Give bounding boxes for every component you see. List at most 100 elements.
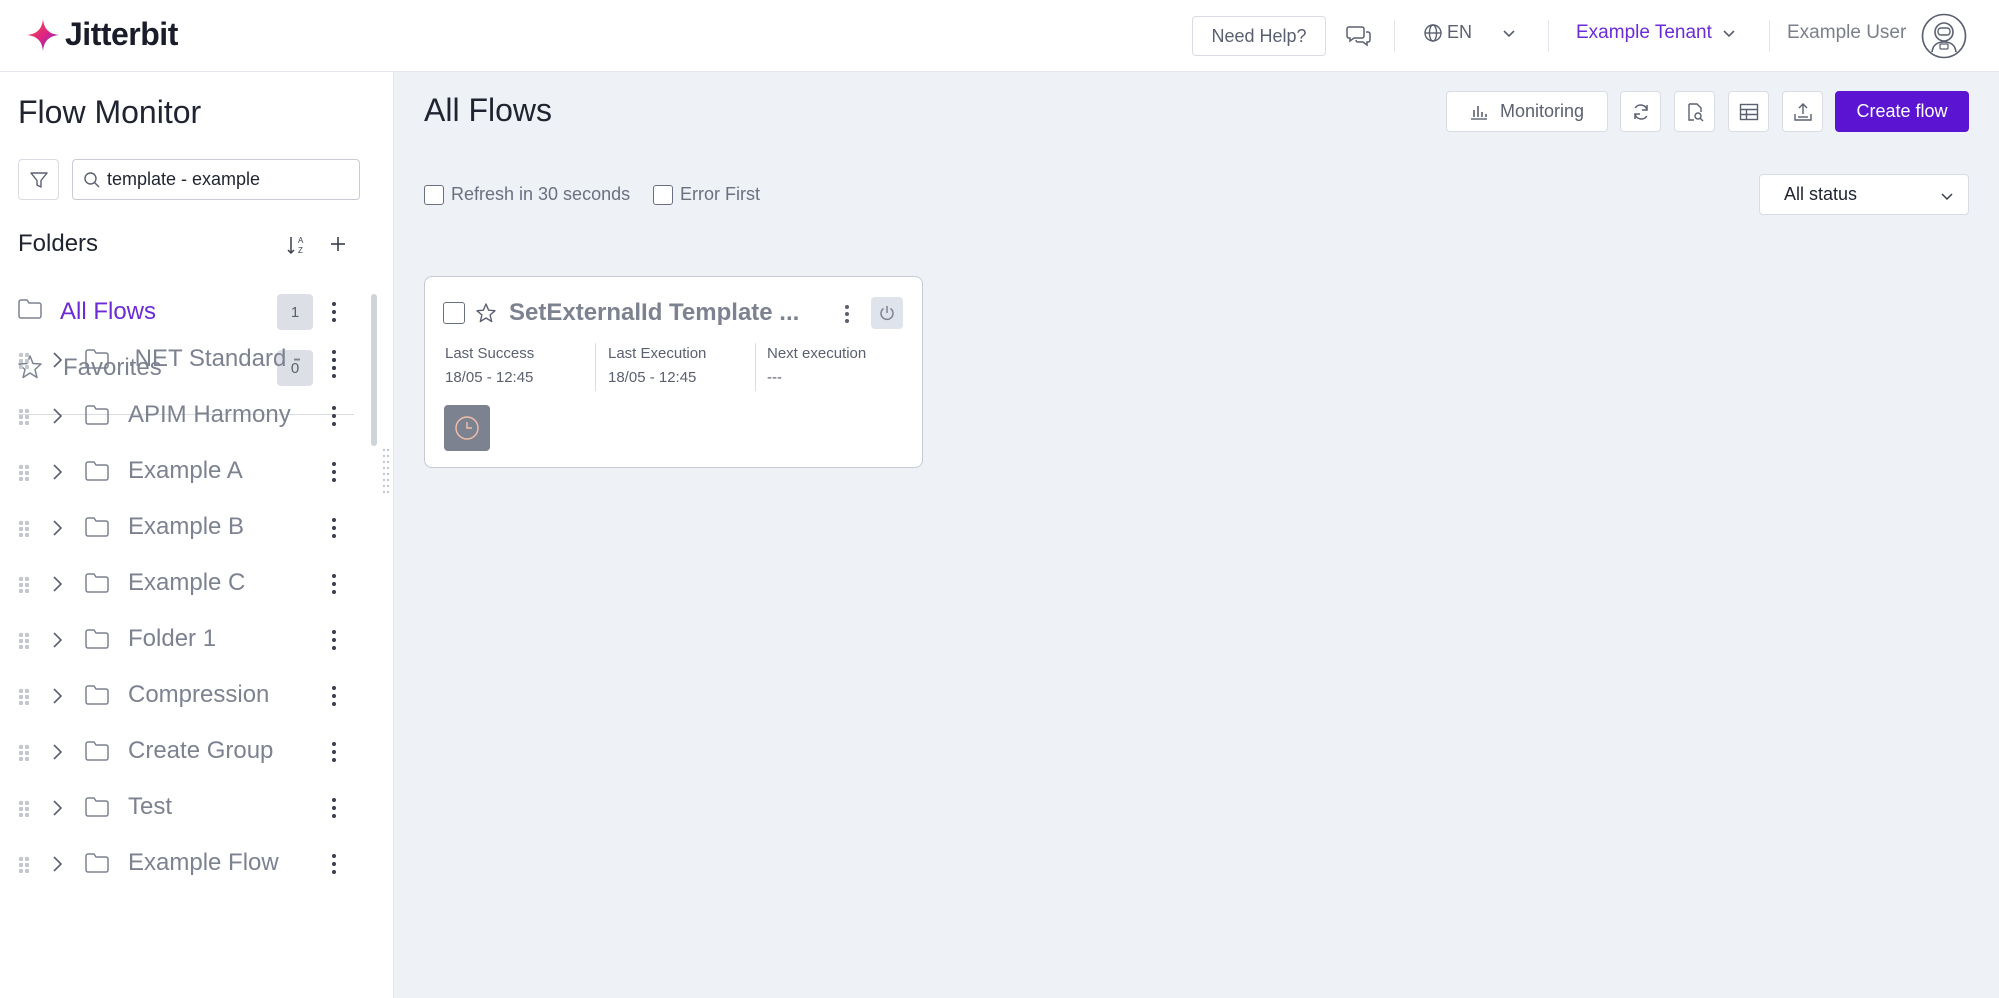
jitterbit-logo[interactable]: Jitterbit bbox=[25, 16, 178, 53]
folder-icon bbox=[85, 685, 109, 705]
resize-handle-icon[interactable] bbox=[382, 446, 390, 498]
folder-row[interactable]: Test bbox=[0, 786, 370, 830]
error-first-checkbox[interactable] bbox=[653, 184, 673, 205]
add-folder-icon[interactable] bbox=[328, 234, 348, 254]
folder-icon bbox=[85, 517, 109, 537]
status-select[interactable]: All status bbox=[1759, 174, 1969, 215]
flow-card[interactable]: SetExternalId Template ... Last Success … bbox=[424, 276, 923, 468]
folder-icon bbox=[85, 853, 109, 873]
more-options-icon[interactable] bbox=[328, 684, 340, 708]
stat-divider bbox=[595, 343, 596, 391]
folder-row[interactable]: Example C bbox=[0, 562, 370, 606]
svg-text:Z: Z bbox=[298, 246, 303, 255]
folder-row[interactable]: Example A bbox=[0, 450, 370, 494]
folder-row[interactable]: .NET Standard - bbox=[0, 338, 370, 382]
need-help-button[interactable]: Need Help? bbox=[1192, 16, 1326, 56]
folder-row[interactable]: Example Flow bbox=[0, 842, 370, 886]
monitoring-button[interactable]: Monitoring bbox=[1446, 91, 1608, 132]
flow-title[interactable]: SetExternalId Template ... bbox=[509, 299, 799, 327]
more-options-icon[interactable] bbox=[328, 516, 340, 540]
drag-handle-icon[interactable] bbox=[18, 464, 30, 482]
chevron-right-icon[interactable] bbox=[50, 630, 64, 650]
folder-icon bbox=[85, 573, 109, 593]
folder-row[interactable]: Example B bbox=[0, 506, 370, 550]
drag-handle-icon[interactable] bbox=[18, 632, 30, 650]
table-view-button[interactable] bbox=[1728, 91, 1769, 132]
drag-handle-icon[interactable] bbox=[18, 408, 30, 426]
more-options-icon[interactable] bbox=[328, 404, 340, 428]
refresh-toggle[interactable]: Refresh in 30 seconds bbox=[424, 184, 630, 205]
drag-handle-icon[interactable] bbox=[18, 576, 30, 594]
all-flows-label: All Flows bbox=[60, 298, 157, 325]
power-icon bbox=[880, 306, 894, 321]
drag-handle-icon[interactable] bbox=[18, 800, 30, 818]
import-button[interactable] bbox=[1782, 91, 1823, 132]
avatar-icon[interactable] bbox=[1921, 13, 1967, 59]
sort-az-icon[interactable]: A Z bbox=[286, 234, 308, 256]
chevron-right-icon[interactable] bbox=[50, 574, 64, 594]
user-name[interactable]: Example User bbox=[1787, 22, 1906, 44]
more-options-icon[interactable] bbox=[328, 460, 340, 484]
drag-handle-icon[interactable] bbox=[18, 352, 30, 370]
chevron-right-icon[interactable] bbox=[50, 854, 64, 874]
chevron-right-icon[interactable] bbox=[50, 686, 64, 706]
drag-handle-icon[interactable] bbox=[18, 688, 30, 706]
next-execution-label: Next execution bbox=[767, 345, 867, 362]
chevron-down-icon bbox=[1941, 193, 1953, 201]
search-input[interactable] bbox=[107, 169, 347, 190]
scrollbar-thumb[interactable] bbox=[371, 294, 377, 446]
next-execution: Next execution --- bbox=[767, 345, 866, 386]
more-options-icon[interactable] bbox=[328, 572, 340, 596]
create-flow-button[interactable]: Create flow bbox=[1835, 91, 1969, 132]
filter-button[interactable] bbox=[18, 159, 59, 200]
table-icon bbox=[1739, 103, 1758, 120]
search-field[interactable] bbox=[72, 159, 360, 200]
drag-handle-icon[interactable] bbox=[18, 856, 30, 874]
svg-text:A: A bbox=[298, 236, 304, 245]
folder-all-flows[interactable]: All Flows 1 bbox=[0, 288, 370, 336]
drag-handle-icon[interactable] bbox=[18, 744, 30, 762]
folder-row[interactable]: APIM Harmony bbox=[0, 394, 370, 438]
folder-icon bbox=[18, 299, 42, 319]
refresh-checkbox[interactable] bbox=[424, 184, 444, 205]
schedule-tile[interactable] bbox=[444, 405, 490, 451]
folder-label: Test bbox=[128, 793, 173, 820]
power-toggle-button[interactable] bbox=[871, 297, 903, 329]
chevron-right-icon[interactable] bbox=[50, 406, 64, 426]
error-first-toggle[interactable]: Error First bbox=[653, 184, 760, 205]
chevron-right-icon[interactable] bbox=[50, 798, 64, 818]
more-options-icon[interactable] bbox=[328, 348, 340, 372]
refresh-icon bbox=[1633, 103, 1648, 120]
last-success: Last Success 18/05 - 12:45 bbox=[445, 345, 534, 386]
language-selector[interactable]: EN bbox=[1423, 22, 1472, 43]
refresh-button[interactable] bbox=[1620, 91, 1661, 132]
more-options-icon[interactable] bbox=[845, 305, 851, 323]
drag-handle-icon[interactable] bbox=[18, 520, 30, 538]
top-bar: Jitterbit Need Help? EN Example Tenant E… bbox=[0, 0, 1999, 72]
search-document-button[interactable] bbox=[1674, 91, 1715, 132]
last-success-value: 18/05 - 12:45 bbox=[445, 369, 534, 386]
more-options-icon[interactable] bbox=[328, 796, 340, 820]
chevron-right-icon[interactable] bbox=[50, 742, 64, 762]
star-icon[interactable] bbox=[475, 302, 497, 324]
tenant-selector[interactable]: Example Tenant bbox=[1576, 22, 1736, 44]
folder-label: Folder 1 bbox=[128, 625, 217, 652]
page-title: All Flows bbox=[424, 92, 553, 128]
folder-row[interactable]: Folder 1 bbox=[0, 618, 370, 662]
more-options-icon[interactable] bbox=[328, 300, 340, 324]
last-execution-value: 18/05 - 12:45 bbox=[608, 369, 697, 386]
folder-icon bbox=[85, 741, 109, 761]
last-execution-label: Last Execution bbox=[608, 345, 707, 362]
more-options-icon[interactable] bbox=[328, 740, 340, 764]
more-options-icon[interactable] bbox=[328, 628, 340, 652]
chevron-down-icon[interactable] bbox=[1502, 26, 1516, 40]
flow-checkbox[interactable] bbox=[443, 302, 465, 324]
chat-icon[interactable] bbox=[1346, 24, 1372, 48]
chevron-right-icon[interactable] bbox=[50, 462, 64, 482]
chevron-right-icon[interactable] bbox=[50, 350, 64, 370]
folder-row[interactable]: Create Group bbox=[0, 730, 370, 774]
folder-row[interactable]: Compression bbox=[0, 674, 370, 718]
bar-chart-icon bbox=[1470, 105, 1487, 120]
chevron-right-icon[interactable] bbox=[50, 518, 64, 538]
more-options-icon[interactable] bbox=[328, 852, 340, 876]
